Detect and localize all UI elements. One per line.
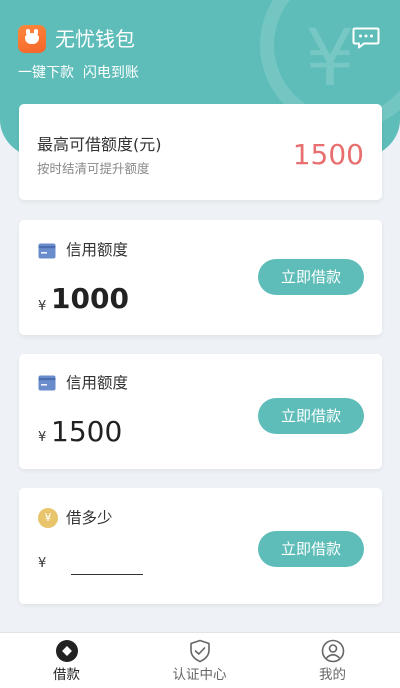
tab-label: 借款 xyxy=(53,667,80,683)
tab-loan[interactable]: 借款 xyxy=(0,633,133,688)
loan-diamond-icon xyxy=(55,640,78,662)
loan-card-1000: 信用额度 ¥ 1000 立即借款 xyxy=(19,220,382,335)
profile-icon xyxy=(321,639,344,663)
credit-card-icon xyxy=(38,243,56,259)
loan-card-1500: 信用额度 ¥ 1500 立即借款 xyxy=(19,354,382,469)
tab-verification-center[interactable]: 认证中心 xyxy=(133,633,266,688)
chat-bubble-icon[interactable] xyxy=(352,27,380,49)
credit-card-icon xyxy=(38,375,56,391)
currency-symbol: ¥ xyxy=(38,556,47,571)
loan-amount: 1500 xyxy=(51,415,123,448)
currency-symbol: ¥ xyxy=(38,299,47,314)
currency-symbol: ¥ xyxy=(38,430,47,445)
borrow-now-button[interactable]: 立即借款 xyxy=(258,531,364,567)
tab-label: 我的 xyxy=(319,667,346,683)
app-slogan: 一键下款 闪电到账 xyxy=(18,65,139,81)
card-label: 借多少 xyxy=(66,509,113,527)
max-credit-amount: 1500 xyxy=(292,138,364,171)
bottom-tab-bar: 借款 认证中心 我的 xyxy=(0,632,400,688)
input-underline xyxy=(71,574,143,575)
max-credit-subtitle: 按时结清可提升额度 xyxy=(37,161,150,176)
tab-label: 认证中心 xyxy=(172,667,227,683)
borrow-now-button[interactable]: 立即借款 xyxy=(258,259,364,295)
tab-profile[interactable]: 我的 xyxy=(266,633,399,688)
loan-amount-input[interactable] xyxy=(71,556,143,574)
borrow-now-button[interactable]: 立即借款 xyxy=(258,398,364,434)
card-label: 信用额度 xyxy=(66,241,129,259)
max-credit-title: 最高可借额度(元) xyxy=(37,135,162,154)
app-title: 无忧钱包 xyxy=(55,27,135,51)
loan-amount: 1000 xyxy=(51,282,129,315)
app-logo-icon xyxy=(18,25,46,53)
custom-loan-card: ¥ 借多少 ¥ 立即借款 xyxy=(19,488,382,604)
coin-icon: ¥ xyxy=(38,508,58,528)
shield-check-icon xyxy=(189,639,210,663)
max-credit-card: 最高可借额度(元) 按时结清可提升额度 1500 xyxy=(19,104,382,200)
card-label: 信用额度 xyxy=(66,374,129,392)
